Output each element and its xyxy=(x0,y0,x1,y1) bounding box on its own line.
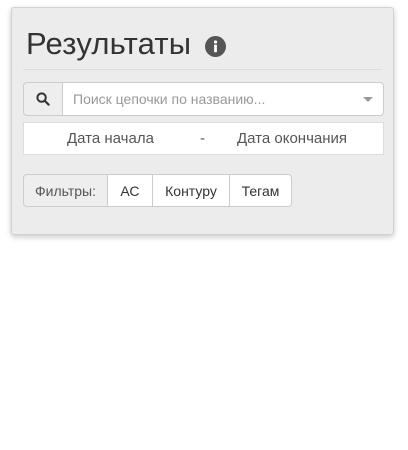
chain-search-select[interactable] xyxy=(62,82,384,116)
filters-label: Фильтры: xyxy=(23,174,108,207)
chain-search-input[interactable] xyxy=(63,83,383,115)
date-range: Дата начала - Дата окончания xyxy=(23,122,384,155)
search-addon xyxy=(23,82,62,116)
filter-tags-button[interactable]: Тегам xyxy=(229,174,292,207)
search-icon xyxy=(36,92,50,106)
info-glyph xyxy=(214,39,218,52)
chain-search-group xyxy=(23,82,384,116)
date-separator: - xyxy=(200,130,205,147)
page-title: Результаты xyxy=(26,26,192,61)
filter-ac-button[interactable]: АС xyxy=(107,174,153,207)
header-divider xyxy=(23,69,382,70)
end-date-field[interactable]: Дата окончания xyxy=(237,130,347,147)
start-date-field[interactable]: Дата начала xyxy=(67,130,154,147)
results-panel: Результаты Дата начала - Дата окончания … xyxy=(11,7,394,235)
info-icon[interactable] xyxy=(205,35,227,57)
filter-contour-button[interactable]: Контуру xyxy=(152,174,230,207)
panel-header: Результаты xyxy=(26,26,227,62)
caret-down-icon[interactable] xyxy=(363,97,373,102)
filters-group: Фильтры: АС Контуру Тегам xyxy=(23,174,292,207)
